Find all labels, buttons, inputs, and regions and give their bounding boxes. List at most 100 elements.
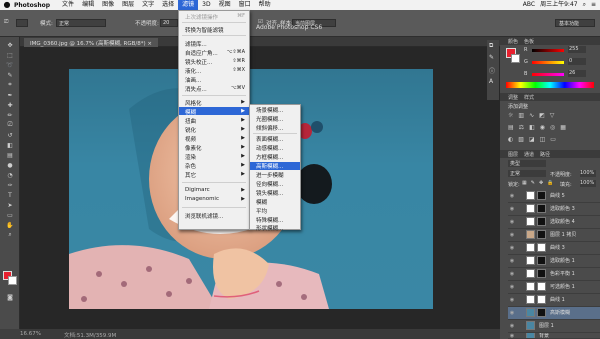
layer-row[interactable]: ◉ 曲线 1 (508, 294, 600, 307)
average-item[interactable]: 平均 (256, 207, 267, 215)
visibility-eye-icon[interactable]: ◉ (508, 333, 516, 338)
menu-help[interactable]: 帮助 (255, 0, 275, 10)
zoom-level[interactable]: 16.67% (20, 331, 41, 337)
menu-image[interactable]: 图像 (98, 0, 118, 10)
lens-blur-item[interactable]: 镜头模糊... (256, 189, 283, 197)
visibility-eye-icon[interactable]: ◉ (508, 219, 516, 225)
layer-row[interactable]: ◉ 选取颜色 3 (508, 203, 600, 216)
color-lookup-icon[interactable]: ▦ (560, 124, 566, 131)
visibility-eye-icon[interactable]: ◉ (508, 232, 516, 238)
brightness-icon[interactable]: ☼ (508, 112, 513, 119)
menu-type[interactable]: 文字 (138, 0, 158, 10)
opacity-input[interactable]: 20 (160, 19, 178, 27)
filter-gallery-item[interactable]: 滤镜库... (185, 40, 207, 48)
sharpen-item[interactable]: 锐化 (185, 126, 196, 134)
green-slider[interactable] (532, 61, 564, 64)
background-color-swatch[interactable] (8, 276, 17, 285)
tab-color[interactable]: 颜色 (508, 38, 518, 45)
noise-item[interactable]: 杂色 (185, 162, 196, 170)
hand-tool-icon[interactable]: ✋ (3, 221, 17, 229)
blue-value[interactable]: 26 (568, 70, 586, 77)
shape-tool-icon[interactable]: ▭ (3, 211, 17, 219)
red-value[interactable]: 255 (568, 46, 586, 53)
visibility-eye-icon[interactable]: ◉ (508, 297, 516, 303)
black-white-icon[interactable]: ◧ (529, 124, 535, 131)
layer-row[interactable]: ◉ 图层 1 拷贝 (508, 229, 600, 242)
video-item[interactable]: 视频 (185, 135, 196, 143)
shape-blur-item[interactable]: 形状模糊... (256, 224, 283, 232)
input-method[interactable]: ABC (523, 0, 535, 10)
workspace-select[interactable]: 基本功能 (555, 19, 595, 27)
lock-transparency-icon[interactable]: ▦ (522, 180, 527, 186)
adaptive-wide-angle-item[interactable]: 自适应广角... (185, 49, 218, 57)
crop-tool-icon[interactable]: ⌗ (3, 81, 17, 89)
layer-row[interactable]: ◉ 图层 1 (508, 320, 600, 333)
imagenomic-item[interactable]: Imagenomic (185, 196, 219, 202)
tab-styles[interactable]: 样式 (524, 94, 534, 101)
liquify-item[interactable]: 液化... (185, 67, 201, 75)
app-menu[interactable]: Photoshop (14, 2, 50, 9)
vanishing-point-item[interactable]: 消失点... (185, 85, 207, 93)
visibility-eye-icon[interactable]: ◉ (508, 245, 516, 251)
exposure-icon[interactable]: ◩ (539, 112, 545, 119)
distort-item[interactable]: 扭曲 (185, 117, 196, 125)
brush-panel-icon[interactable]: ✎ (489, 54, 494, 61)
vibrance-icon[interactable]: ▽ (550, 112, 555, 119)
menu-view[interactable]: 视图 (215, 0, 235, 10)
eraser-icon[interactable]: ◧ (3, 141, 17, 149)
character-icon[interactable]: A (489, 78, 493, 85)
path-select-icon[interactable]: ➤ (3, 201, 17, 209)
motion-blur-item[interactable]: 动感模糊... (256, 144, 283, 152)
blur-tool-icon[interactable]: ● (3, 161, 17, 169)
quick-mask-icon[interactable]: ◙ (3, 293, 17, 301)
lock-position-icon[interactable]: ✥ (539, 180, 543, 186)
layer-row[interactable]: ◉ 曲线 5 (508, 190, 600, 203)
tab-swatches[interactable]: 色板 (524, 38, 534, 45)
iris-blur-item[interactable]: 光圈模糊... (256, 115, 283, 123)
move-tool-icon[interactable]: ✥ (3, 41, 17, 49)
clone-stamp-icon[interactable]: ⎚ (3, 121, 17, 129)
search-icon[interactable]: ⌕ (583, 0, 586, 10)
layer-row[interactable]: ◉ 背景 (508, 333, 600, 339)
convert-smart-filter-item[interactable]: 转换为智能滤镜 (185, 26, 224, 34)
color-ramp[interactable] (506, 82, 594, 88)
gradient-map-icon[interactable]: ▭ (550, 136, 556, 143)
stylize-item[interactable]: 风格化 (185, 99, 202, 107)
gaussian-blur-item[interactable]: 高斯模糊... (256, 162, 283, 170)
color-panel-bg-swatch[interactable] (511, 54, 520, 63)
visibility-eye-icon[interactable]: ◉ (508, 323, 516, 329)
visibility-eye-icon[interactable]: ◉ (508, 193, 516, 199)
lock-all-icon[interactable]: 🔒 (547, 180, 553, 186)
visibility-eye-icon[interactable]: ◉ (508, 310, 516, 316)
menu-edit[interactable]: 编辑 (78, 0, 98, 10)
pixelate-item[interactable]: 像素化 (185, 144, 202, 152)
marquee-tool-icon[interactable]: ⬚ (3, 51, 17, 59)
brush-tool-icon[interactable]: ✏ (3, 111, 17, 119)
levels-icon[interactable]: ▥ (518, 112, 524, 119)
blue-slider[interactable] (532, 73, 564, 76)
menu-file[interactable]: 文件 (58, 0, 78, 10)
tab-adjustments[interactable]: 调整 (508, 94, 518, 101)
quick-select-icon[interactable]: ✎ (3, 71, 17, 79)
history-brush-icon[interactable]: ↺ (3, 131, 17, 139)
menu-filter[interactable]: 滤镜 (178, 0, 199, 10)
healing-brush-icon[interactable]: ✚ (3, 101, 17, 109)
lock-pixels-icon[interactable]: ✎ (531, 180, 535, 186)
fill-input[interactable]: 100% (580, 180, 596, 187)
lasso-tool-icon[interactable]: ➰ (3, 61, 17, 69)
layer-row[interactable]: ◉ 选取颜色 4 (508, 216, 600, 229)
apple-icon[interactable]: ● (0, 0, 14, 10)
layer-row[interactable]: ◉ 曲线 3 (508, 242, 600, 255)
mode-select[interactable]: 正常 (56, 19, 106, 27)
history-icon[interactable]: ⧉ (489, 42, 493, 50)
radial-blur-item[interactable]: 径向模糊... (256, 180, 283, 188)
menu-select[interactable]: 选择 (158, 0, 178, 10)
tab-channels[interactable]: 通道 (524, 151, 534, 158)
properties-icon[interactable]: ⓘ (489, 66, 495, 75)
visibility-eye-icon[interactable]: ◉ (508, 271, 516, 277)
brush-size-picker[interactable] (16, 19, 28, 27)
stamp-tool-icon[interactable]: ⎚ (4, 19, 8, 26)
layer-kind-filter[interactable]: 类型 (508, 160, 546, 167)
selective-color-icon[interactable]: ◫ (540, 136, 546, 143)
menu-3d[interactable]: 3D (198, 0, 214, 10)
